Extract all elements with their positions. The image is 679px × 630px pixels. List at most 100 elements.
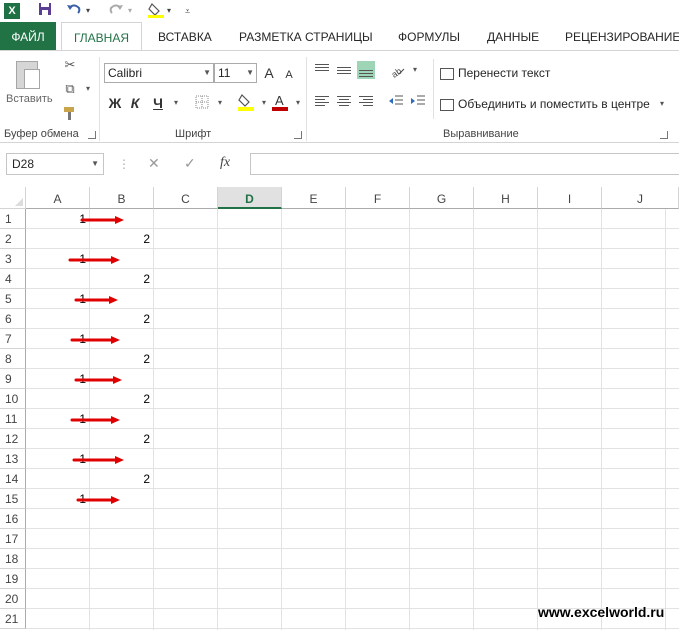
select-all-button[interactable] xyxy=(0,187,26,209)
tab-page-layout[interactable]: РАЗМЕТКА СТРАНИЦЫ xyxy=(239,22,373,50)
enter-icon[interactable]: ✓ xyxy=(184,155,196,172)
customize-qat-icon[interactable]: ⩡ xyxy=(185,2,190,20)
underline-dropdown-icon[interactable]: ▾ xyxy=(168,95,184,111)
row-header-5[interactable]: 5 xyxy=(0,289,26,309)
align-top-icon[interactable] xyxy=(313,61,331,79)
row-header-18[interactable]: 18 xyxy=(0,549,26,569)
formula-bar-grip-icon[interactable]: ⋮ xyxy=(118,157,130,171)
row-header-13[interactable]: 13 xyxy=(0,449,26,469)
cell-b6[interactable]: 2 xyxy=(90,309,154,329)
increase-indent-icon[interactable] xyxy=(410,94,426,110)
undo-dropdown-icon[interactable]: ▾ xyxy=(86,2,90,20)
orientation-icon[interactable]: ab xyxy=(389,62,405,80)
tab-insert[interactable]: ВСТАВКА xyxy=(158,22,212,50)
tab-data[interactable]: ДАННЫЕ xyxy=(487,22,539,50)
grow-font-button[interactable]: A xyxy=(262,63,276,83)
cell-b12[interactable]: 2 xyxy=(90,429,154,449)
row-header-2[interactable]: 2 xyxy=(0,229,26,249)
row-header-17[interactable]: 17 xyxy=(0,529,26,549)
cell-b8[interactable]: 2 xyxy=(90,349,154,369)
bold-button[interactable]: Ж xyxy=(107,93,123,113)
font-color-dropdown-icon[interactable]: ▾ xyxy=(290,95,306,111)
font-size-select[interactable]: 11 ▼ xyxy=(214,63,257,83)
redo-dropdown-icon[interactable]: ▾ xyxy=(128,2,132,20)
cell-b2[interactable]: 2 xyxy=(90,229,154,249)
worksheet-grid[interactable]: A B C D E F G H I J 1 2 3 4 5 6 7 8 9 10 11 12 13 14 15 16 17 18 19 2… xyxy=(0,187,679,630)
cell-a13[interactable]: 1 xyxy=(26,449,90,469)
row-header-7[interactable]: 7 xyxy=(0,329,26,349)
tab-file[interactable]: ФАЙЛ xyxy=(0,22,56,50)
column-header-f[interactable]: F xyxy=(346,187,410,209)
cell-a1[interactable]: 1 xyxy=(26,209,90,229)
cell-b4[interactable]: 2 xyxy=(90,269,154,289)
column-header-a[interactable]: A xyxy=(26,187,90,209)
align-middle-icon[interactable] xyxy=(335,61,353,79)
shrink-font-button[interactable]: A xyxy=(283,65,295,85)
cell-a3[interactable]: 1 xyxy=(26,249,90,269)
cut-icon[interactable]: ✂ xyxy=(62,57,78,73)
row-header-15[interactable]: 15 xyxy=(0,489,26,509)
insert-function-icon[interactable]: fx xyxy=(220,155,230,171)
borders-icon[interactable] xyxy=(194,95,210,111)
undo-icon[interactable] xyxy=(66,2,82,20)
alignment-launcher-icon[interactable] xyxy=(660,131,668,139)
underline-button[interactable]: Ч xyxy=(150,93,166,113)
wrap-text-button[interactable]: Перенести текст xyxy=(440,64,550,82)
tab-formulas[interactable]: ФОРМУЛЫ xyxy=(398,22,460,50)
row-header-21[interactable]: 21 xyxy=(0,609,26,629)
clipboard-launcher-icon[interactable] xyxy=(88,131,96,139)
row-header-4[interactable]: 4 xyxy=(0,269,26,289)
row-header-16[interactable]: 16 xyxy=(0,509,26,529)
cell-a9[interactable]: 1 xyxy=(26,369,90,389)
cell-a11[interactable]: 1 xyxy=(26,409,90,429)
row-header-20[interactable]: 20 xyxy=(0,589,26,609)
column-header-c[interactable]: C xyxy=(154,187,218,209)
align-left-icon[interactable] xyxy=(313,93,331,111)
column-header-b[interactable]: B xyxy=(90,187,154,209)
copy-icon[interactable]: ⧉ xyxy=(62,81,78,97)
row-header-6[interactable]: 6 xyxy=(0,309,26,329)
cancel-icon[interactable]: ✕ xyxy=(148,155,160,172)
align-bottom-icon[interactable] xyxy=(357,61,375,79)
decrease-indent-icon[interactable] xyxy=(388,94,404,110)
row-header-1[interactable]: 1 xyxy=(0,209,26,229)
copy-dropdown-icon[interactable]: ▾ xyxy=(80,81,96,97)
cell-a15[interactable]: 1 xyxy=(26,489,90,509)
fill-color-icon[interactable] xyxy=(148,2,164,20)
column-header-e[interactable]: E xyxy=(282,187,346,209)
align-right-icon[interactable] xyxy=(357,93,375,111)
name-box[interactable]: D28 ▼ xyxy=(6,153,104,175)
italic-button[interactable]: К xyxy=(127,93,143,113)
tab-review[interactable]: РЕЦЕНЗИРОВАНИЕ xyxy=(565,22,679,50)
cell-b14[interactable]: 2 xyxy=(90,469,154,489)
tab-home[interactable]: ГЛАВНАЯ xyxy=(61,22,142,51)
row-header-19[interactable]: 19 xyxy=(0,569,26,589)
borders-dropdown-icon[interactable]: ▾ xyxy=(212,95,228,111)
format-painter-icon[interactable] xyxy=(62,105,78,121)
row-header-8[interactable]: 8 xyxy=(0,349,26,369)
font-launcher-icon[interactable] xyxy=(294,131,302,139)
cell-b10[interactable]: 2 xyxy=(90,389,154,409)
align-center-icon[interactable] xyxy=(335,93,353,111)
merge-dropdown-icon[interactable]: ▾ xyxy=(654,96,670,112)
row-header-11[interactable]: 11 xyxy=(0,409,26,429)
row-header-10[interactable]: 10 xyxy=(0,389,26,409)
column-header-i[interactable]: I xyxy=(538,187,602,209)
cell-a5[interactable]: 1 xyxy=(26,289,90,309)
merge-center-button[interactable]: Объединить и поместить в центре xyxy=(440,95,650,113)
redo-icon[interactable] xyxy=(108,2,124,20)
highlight-dropdown-icon[interactable]: ▾ xyxy=(256,95,272,111)
save-icon[interactable] xyxy=(38,2,52,20)
row-header-9[interactable]: 9 xyxy=(0,369,26,389)
highlight-color-icon[interactable] xyxy=(238,93,254,111)
column-header-j[interactable]: J xyxy=(602,187,679,209)
row-header-3[interactable]: 3 xyxy=(0,249,26,269)
cell-a7[interactable]: 1 xyxy=(26,329,90,349)
font-color-icon[interactable]: A xyxy=(272,93,288,111)
row-header-14[interactable]: 14 xyxy=(0,469,26,489)
fill-dropdown-icon[interactable]: ▾ xyxy=(167,2,171,20)
row-header-12[interactable]: 12 xyxy=(0,429,26,449)
column-header-h[interactable]: H xyxy=(474,187,538,209)
column-header-d[interactable]: D xyxy=(218,187,282,209)
column-header-g[interactable]: G xyxy=(410,187,474,209)
